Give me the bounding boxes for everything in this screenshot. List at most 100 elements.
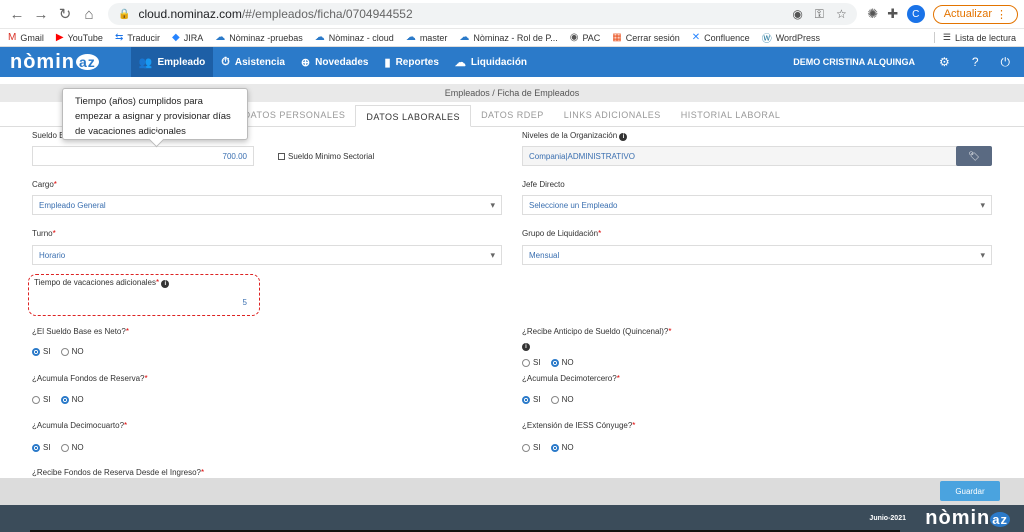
bookmark-cerrar-sesion[interactable]: ▦ Cerrar sesión — [612, 32, 679, 43]
update-button[interactable]: Actualizar ⋮ — [932, 4, 1018, 24]
turno-label: Turno* — [32, 229, 56, 238]
settings-icon[interactable]: ⚙ — [939, 55, 950, 70]
bookmark-label: Gmail — [20, 32, 44, 43]
location-icon[interactable]: ◉ — [792, 7, 802, 22]
cargo-label: Cargo* — [32, 180, 57, 189]
cargo-select[interactable]: Empleado General — [32, 195, 502, 215]
sueldo-minimo-checkbox[interactable]: Sueldo Minimo Sectorial — [278, 152, 374, 161]
translate-icon: ⇆ — [114, 32, 124, 43]
bookmark-wordpress[interactable]: Ⓦ WordPress — [762, 30, 821, 46]
microsoft-icon: ▦ — [612, 32, 622, 43]
jefe-select[interactable]: Seleccione un Empleado — [522, 195, 992, 215]
page-footer: Junio-2021 nòmin az — [0, 505, 1024, 532]
globe-icon: ◉ — [569, 32, 579, 43]
footer-logo: nòmin az — [925, 507, 1010, 530]
anticipo-no-radio[interactable]: NO — [550, 358, 574, 367]
nav-empleado[interactable]: 👥 Empleado — [130, 47, 214, 77]
profile-avatar[interactable]: C — [906, 5, 925, 23]
decimocuarto-radio-group: SI NO — [32, 443, 84, 452]
tab-historial-laboral[interactable]: HISTORIAL LABORAL — [671, 104, 791, 126]
cloud-icon: ☁ — [459, 32, 470, 43]
fondos-ingreso-label: ¿Recibe Fondos de Reserva Desde el Ingre… — [32, 468, 205, 477]
user-name[interactable]: DEMO CRISTINA ALQUINGA — [793, 57, 915, 67]
nav-label: Asistencia — [234, 56, 285, 68]
tab-datos-personales[interactable]: DATOS PERSONALES — [234, 104, 356, 126]
bookmark-gmail[interactable]: M Gmail — [8, 32, 44, 43]
iess-radio-group: SI NO — [522, 443, 574, 452]
bookmark-traducir[interactable]: ⇆ Traducir — [115, 32, 160, 43]
bookmark-label: JIRA — [183, 32, 204, 43]
reading-list-label: Lista de lectura — [954, 32, 1016, 43]
url-path: /#/empleados/ficha/0704944552 — [241, 7, 413, 21]
extension-icon[interactable]: ✺ — [863, 4, 883, 24]
bookmark-label: WordPress — [775, 32, 821, 43]
footer-logo-text: nòmin — [925, 507, 991, 529]
power-icon[interactable]: ⏻ — [1001, 55, 1011, 70]
cloud-icon: ☁ — [405, 32, 416, 43]
nav-novedades[interactable]: ⊕ Novedades — [293, 47, 377, 77]
bookmark-nominaz-pruebas[interactable]: ☁ Nòminaz -pruebas — [215, 32, 303, 43]
iess-si-radio[interactable]: SI — [522, 443, 541, 452]
neto-no-radio[interactable]: NO — [60, 347, 84, 356]
sueldo-input[interactable]: 700.00 — [32, 146, 254, 166]
logo-text: nòmin — [10, 50, 75, 73]
info-icon: i — [522, 341, 530, 351]
puzzle-icon[interactable]: ✚ — [883, 4, 903, 24]
decimotercero-label: ¿Acumula Decimotercero?* — [522, 374, 620, 383]
save-button[interactable]: Guardar — [940, 481, 1000, 501]
bookmark-label: Confluence — [704, 32, 750, 43]
tab-links-adicionales[interactable]: LINKS ADICIONALES — [554, 104, 671, 126]
reading-list[interactable]: ☰ Lista de lectura — [933, 32, 1016, 43]
bookmark-label: YouTube — [67, 32, 103, 43]
back-icon[interactable]: ← — [6, 3, 28, 25]
decimocuarto-label: ¿Acumula Decimocuarto?* — [32, 421, 128, 430]
app-logo[interactable]: nòmin az — [10, 51, 99, 74]
address-bar[interactable]: 🔒 cloud.nominaz.com/#/empleados/ficha/07… — [108, 3, 857, 25]
decimotercero-si-radio[interactable]: SI — [522, 395, 541, 404]
help-icon[interactable]: ? — [972, 55, 979, 70]
anticipo-si-radio[interactable]: SI — [522, 358, 541, 367]
tab-datos-rdep[interactable]: DATOS RDEP — [471, 104, 554, 126]
niveles-label: Niveles de la Organización i — [522, 131, 628, 141]
forward-icon[interactable]: → — [30, 3, 52, 25]
neto-si-radio[interactable]: SI — [32, 347, 51, 356]
fondos-no-radio[interactable]: NO — [60, 395, 84, 404]
star-icon[interactable]: ☆ — [836, 7, 847, 22]
bookmark-nominaz-cloud[interactable]: ☁ Nòminaz - cloud — [315, 32, 394, 43]
logo-suffix: az — [76, 54, 99, 70]
decimocuarto-no-radio[interactable]: NO — [60, 443, 84, 452]
turno-select[interactable]: Horario — [32, 245, 502, 265]
iess-no-radio[interactable]: NO — [550, 443, 574, 452]
decimotercero-no-radio[interactable]: NO — [550, 395, 574, 404]
bookmarks-bar: M Gmail ▶ YouTube ⇆ Traducir ◆ JIRA ☁ Nòminaz… — [0, 29, 1024, 47]
bookmark-label: Nòminaz - Rol de P... — [473, 32, 558, 43]
bookmark-jira[interactable]: ◆ JIRA — [172, 32, 203, 43]
bookmark-confluence[interactable]: ✕ Confluence — [692, 32, 750, 43]
bookmark-master[interactable]: ☁ master — [406, 32, 448, 43]
bookmark-nominaz-rol[interactable]: ☁ Nòminaz - Rol de P... — [459, 32, 557, 43]
grupo-select[interactable]: Mensual — [522, 245, 992, 265]
nav-reportes[interactable]: ▮ Reportes — [377, 47, 447, 77]
home-icon[interactable]: ⌂ — [78, 3, 100, 25]
clock-icon: ⏱ — [221, 55, 230, 68]
reload-icon[interactable]: ↻ — [54, 3, 76, 25]
iess-label: ¿Extensión de IESS Cónyuge?* — [522, 421, 636, 430]
tab-datos-laborales[interactable]: DATOS LABORALES — [355, 105, 472, 127]
nav-asistencia[interactable]: ⏱ Asistencia — [213, 47, 293, 77]
nav-liquidacion[interactable]: ☁ Liquidación — [447, 47, 535, 77]
browser-toolbar: ← → ↻ ⌂ 🔒 cloud.nominaz.com/#/empleados/… — [0, 0, 1024, 29]
bookmark-label: Cerrar sesión — [625, 32, 680, 43]
highlight-annotation — [28, 274, 260, 316]
bookmark-pac[interactable]: ◉ PAC — [570, 32, 601, 43]
fondos-si-radio[interactable]: SI — [32, 395, 51, 404]
tag-button[interactable]: 🏷 — [956, 146, 992, 166]
bookmark-youtube[interactable]: ▶ YouTube — [56, 32, 103, 43]
footer-date: Junio-2021 — [869, 515, 906, 522]
update-label: Actualizar — [943, 8, 992, 20]
url-host: cloud.nominaz.com — [138, 7, 242, 21]
niveles-input[interactable]: Compania|ADMINISTRATIVO — [522, 146, 962, 166]
decimocuarto-si-radio[interactable]: SI — [32, 443, 51, 452]
tag-icon: 🏷 — [968, 150, 980, 161]
key-icon[interactable]: ⚿ — [815, 7, 824, 22]
grupo-label: Grupo de Liquidación* — [522, 229, 602, 238]
